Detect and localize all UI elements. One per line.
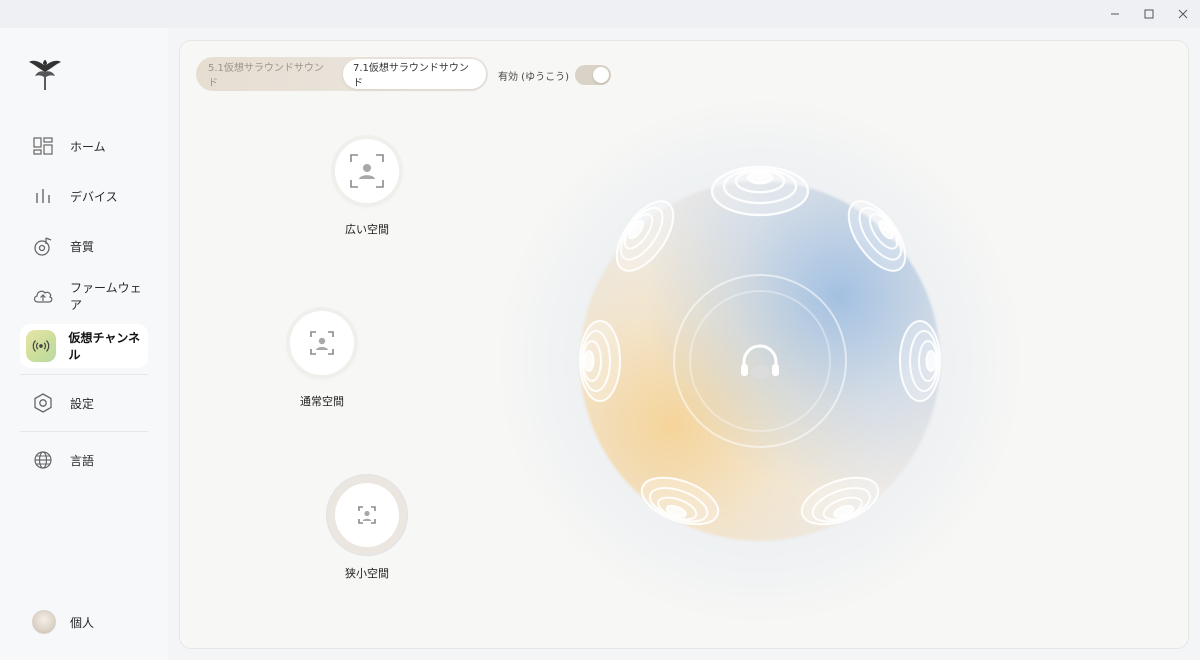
sidebar-item-language[interactable]: 言語	[20, 438, 148, 482]
music-note-disc-icon	[32, 235, 54, 257]
space-option-label: 通常空間	[300, 395, 344, 408]
sidebar-item-label: ホーム	[70, 139, 106, 154]
tab-7-1-surround[interactable]: 7.1仮想サラウンドサウンド	[342, 59, 486, 89]
sidebar-divider	[20, 374, 148, 375]
space-option-label: 広い空間	[345, 223, 389, 236]
speaker-ring	[579, 320, 621, 402]
speaker-ring	[899, 320, 941, 402]
speaker-ring	[794, 467, 886, 535]
sidebar-item-label: 仮想チャンネル	[68, 331, 141, 362]
space-option-circle	[335, 483, 399, 547]
minimize-button[interactable]	[1098, 0, 1132, 28]
equalizer-bars-icon	[32, 185, 54, 207]
surround-mode-tabs: 5.1仮想サラウンドサウンド 7.1仮想サラウンドサウンド	[196, 57, 488, 91]
home-grid-icon	[32, 135, 54, 157]
surround-waves-icon	[26, 330, 57, 362]
sidebar-item-label: デバイス	[70, 189, 118, 204]
sidebar-item-devices[interactable]: デバイス	[20, 174, 148, 218]
speaker-ring	[836, 190, 918, 282]
minimize-icon	[1111, 13, 1119, 15]
brand-logo-icon	[28, 56, 62, 92]
sidebar: ホーム デバイス 音質 ファームウェア 仮想チャンネル 設定 言語 個人	[0, 28, 168, 660]
cloud-upload-icon	[32, 285, 54, 307]
close-button[interactable]	[1166, 0, 1200, 28]
sidebar-item-firmware[interactable]: ファームウェア	[20, 274, 148, 318]
profile-label: 個人	[70, 615, 95, 630]
sidebar-item-sound-quality[interactable]: 音質	[20, 224, 148, 268]
globe-icon	[32, 449, 54, 471]
surround-sphere-visual	[480, 81, 1040, 641]
close-icon	[1178, 9, 1188, 19]
sidebar-divider	[20, 431, 148, 432]
headphones-icon	[728, 329, 792, 393]
person-frame-icon	[350, 154, 384, 188]
virtual-channel-panel: 5.1仮想サラウンドサウンド 7.1仮想サラウンドサウンド 有効 (ゆうこう) …	[179, 40, 1189, 649]
sidebar-item-label: 言語	[70, 453, 95, 468]
maximize-icon	[1144, 9, 1154, 19]
speaker-ring	[604, 190, 686, 282]
person-frame-icon	[358, 506, 376, 524]
space-option-wide[interactable]: 広い空間	[307, 139, 427, 237]
speaker-ring	[710, 165, 810, 217]
sidebar-nav: ホーム デバイス 音質 ファームウェア 仮想チャンネル 設定 言語	[20, 124, 148, 488]
maximize-button[interactable]	[1132, 0, 1166, 28]
sidebar-item-settings[interactable]: 設定	[20, 381, 148, 425]
sidebar-item-home[interactable]: ホーム	[20, 124, 148, 168]
sidebar-item-label: 設定	[70, 396, 95, 411]
title-bar	[0, 0, 1200, 28]
person-frame-icon	[310, 331, 334, 355]
space-option-normal[interactable]: 通常空間	[262, 311, 382, 409]
space-option-circle	[335, 139, 399, 203]
tab-5-1-surround[interactable]: 5.1仮想サラウンドサウンド	[198, 59, 343, 89]
profile-link[interactable]: 個人	[32, 610, 94, 634]
avatar	[32, 610, 56, 634]
sidebar-item-label: ファームウェア	[70, 281, 142, 312]
sidebar-item-label: 音質	[70, 239, 95, 254]
space-option-circle	[290, 311, 354, 375]
space-option-small[interactable]: 狭小空間	[307, 483, 427, 581]
speaker-ring	[634, 467, 726, 535]
sidebar-item-virtual-channel[interactable]: 仮想チャンネル	[20, 324, 148, 368]
space-option-label: 狭小空間	[345, 567, 389, 580]
hexagon-settings-icon	[32, 392, 54, 414]
